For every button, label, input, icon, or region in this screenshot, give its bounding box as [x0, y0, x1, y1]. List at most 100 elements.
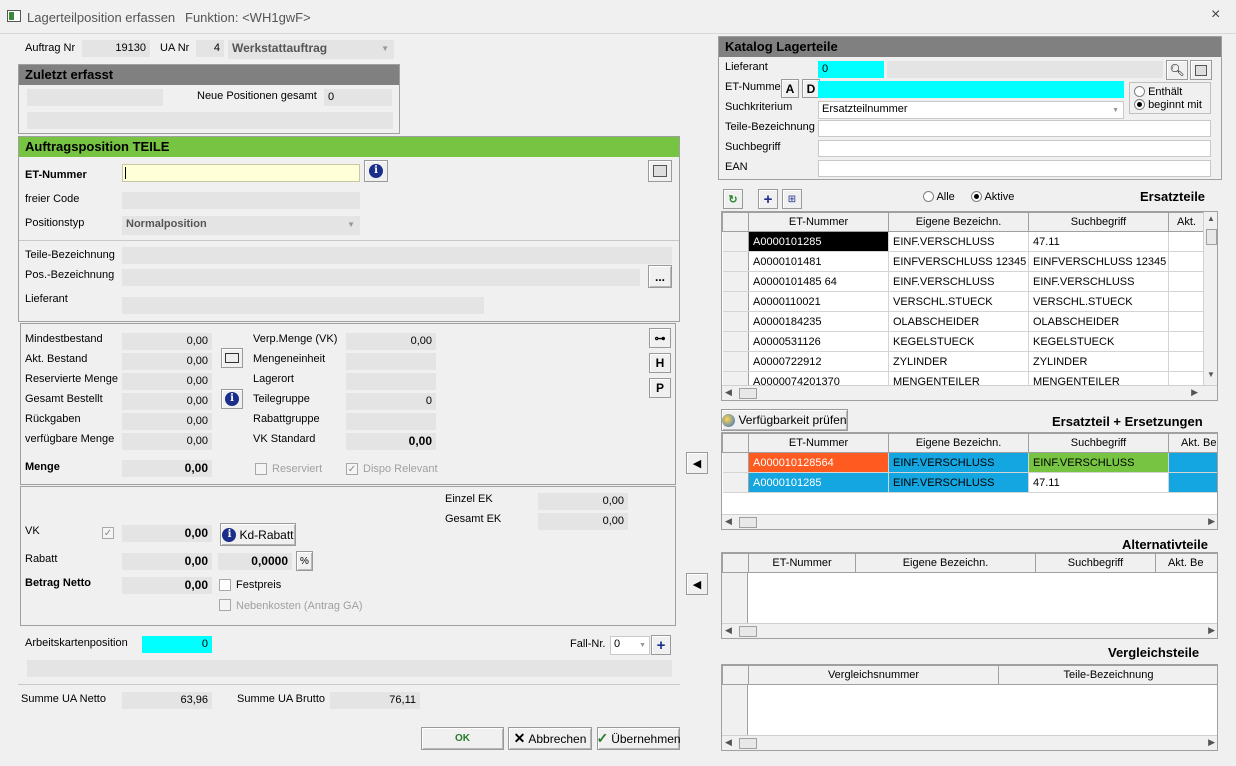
- scroll-thumb[interactable]: [739, 517, 757, 528]
- katalog-calc-button[interactable]: [1190, 60, 1212, 80]
- et-nummer-input[interactable]: [122, 164, 360, 182]
- column-header[interactable]: Akt.: [1168, 212, 1205, 232]
- table-row[interactable]: A0000101485 64 EINF.VERSCHLUSS EINF.VERSCH…: [722, 271, 1205, 292]
- table-row[interactable]: A0000531126 KEGELSTUECK KEGELSTUECK: [722, 331, 1205, 352]
- positionstyp-select[interactable]: Normalposition ▼: [122, 216, 360, 235]
- column-header[interactable]: Vergleichsnummer: [748, 665, 999, 685]
- column-header[interactable]: Suchbegriff: [1035, 553, 1156, 573]
- arbeitskarten-value[interactable]: 0: [142, 636, 212, 653]
- row-selector[interactable]: [722, 331, 749, 352]
- ok-button[interactable]: OK: [421, 727, 504, 750]
- vk-checkbox[interactable]: ✓: [102, 527, 114, 539]
- row-selector[interactable]: [722, 351, 749, 372]
- table-row[interactable]: A0000722912 ZYLINDER ZYLINDER: [722, 351, 1205, 372]
- table-row[interactable]: A0000101285 EINF.VERSCHLUSS 47.11: [722, 472, 1217, 493]
- column-header[interactable]: Eigene Bezeichn.: [888, 433, 1029, 453]
- vertical-scrollbar[interactable]: ▲ ▼: [1203, 212, 1217, 385]
- katalog-et-input[interactable]: [818, 81, 1124, 98]
- row-selector[interactable]: [722, 311, 749, 332]
- scroll-thumb[interactable]: [739, 626, 757, 637]
- scroll-down-icon[interactable]: ▼: [1207, 370, 1215, 379]
- horizontal-scrollbar[interactable]: ◀ ▶: [722, 514, 1217, 529]
- ersetzungen-grid[interactable]: ET-Nummer Eigene Bezeichn. Suchbegriff A…: [721, 432, 1218, 530]
- row-selector[interactable]: [722, 271, 749, 292]
- scroll-right-icon[interactable]: ▶: [1208, 625, 1215, 636]
- suchkriterium-select[interactable]: Ersatzteilnummer ▼: [818, 101, 1124, 119]
- column-header[interactable]: Akt. Be: [1155, 553, 1217, 573]
- dispo-checkbox[interactable]: ✓: [346, 463, 358, 475]
- column-header[interactable]: Eigene Bezeichn.: [855, 553, 1036, 573]
- column-header[interactable]: Suchbegriff: [1028, 433, 1169, 453]
- kd-rabatt-button[interactable]: i Kd-Rabatt: [220, 523, 296, 546]
- katalog-lieferant-input[interactable]: 0: [818, 61, 884, 78]
- column-header[interactable]: Teile-Bezeichnung: [998, 665, 1217, 685]
- add-ersatzteil-button[interactable]: +: [758, 189, 778, 209]
- a-button[interactable]: A: [781, 79, 799, 98]
- row-selector[interactable]: [722, 251, 749, 272]
- festpreis-checkbox[interactable]: [219, 579, 231, 591]
- horizontal-scrollbar[interactable]: ◀ ▶: [722, 623, 1217, 638]
- column-header[interactable]: ET-Nummer: [748, 433, 889, 453]
- enthaelt-radio[interactable]: Enthält: [1134, 85, 1182, 99]
- refresh-button[interactable]: ↻: [723, 189, 743, 209]
- pos-bezeichnung-more-button[interactable]: ...: [648, 265, 672, 288]
- nebenkosten-checkbox[interactable]: [219, 599, 231, 611]
- keyboard-button[interactable]: [221, 348, 243, 368]
- row-selector[interactable]: [722, 231, 749, 252]
- row-selector[interactable]: [722, 291, 749, 312]
- aktive-radio[interactable]: Aktive: [971, 190, 1014, 204]
- alternativ-grid[interactable]: ET-Nummer Eigene Bezeichn. Suchbegriff A…: [721, 552, 1218, 639]
- table-row[interactable]: A0000101481 EINFVERSCHLUSS 12345 EINFVERSC…: [722, 251, 1205, 272]
- scroll-left-icon[interactable]: ◀: [725, 625, 732, 636]
- h-button[interactable]: H: [649, 353, 671, 373]
- table-row[interactable]: A0000110021 VERSCHL.STUECK VERSCHL.STUECK: [722, 291, 1205, 312]
- scroll-left-icon[interactable]: ◀: [725, 516, 732, 527]
- scroll-thumb[interactable]: [739, 388, 757, 399]
- fall-nr-select[interactable]: 0 ▼: [610, 636, 650, 655]
- abbrechen-button[interactable]: ✕ Abbrechen: [508, 727, 592, 750]
- transfer-left-button-2[interactable]: ◀: [686, 573, 708, 595]
- horizontal-scrollbar[interactable]: ◀ ▶: [722, 735, 1217, 750]
- scroll-thumb[interactable]: [1206, 229, 1217, 245]
- column-header[interactable]: Eigene Bezeichn.: [888, 212, 1029, 232]
- scroll-right-icon[interactable]: ▶: [1191, 387, 1198, 398]
- uebernehmen-button[interactable]: ✓ Übernehmen: [596, 727, 681, 750]
- scroll-left-icon[interactable]: ◀: [725, 737, 732, 748]
- column-header[interactable]: ET-Nummer: [748, 212, 889, 232]
- key-button[interactable]: ⊶: [649, 328, 671, 348]
- vergleich-grid[interactable]: Vergleichsnummer Teile-Bezeichnung ◀ ▶: [721, 664, 1218, 751]
- et-info-button[interactable]: i: [364, 160, 388, 182]
- add-fall-button[interactable]: +: [651, 635, 671, 655]
- scroll-up-icon[interactable]: ▲: [1207, 214, 1215, 223]
- column-header[interactable]: Suchbegriff: [1028, 212, 1169, 232]
- katalog-suchbegriff-input[interactable]: [818, 140, 1211, 157]
- ua-type-select[interactable]: Werkstattauftrag ▼: [228, 40, 394, 59]
- calculator-button[interactable]: [648, 160, 672, 182]
- table-row[interactable]: A0000101285 EINF.VERSCHLUSS 47.11: [722, 231, 1205, 252]
- tree-button[interactable]: ⊞: [782, 189, 802, 209]
- horizontal-scrollbar[interactable]: ◀ ▶: [722, 385, 1217, 400]
- katalog-ean-input[interactable]: [818, 160, 1211, 177]
- beginnt-radio[interactable]: beginnt mit: [1134, 98, 1202, 112]
- scroll-left-icon[interactable]: ◀: [725, 387, 732, 398]
- search-button[interactable]: 🔍︎: [1166, 60, 1188, 80]
- katalog-teile-bez-input[interactable]: [818, 120, 1211, 137]
- bestand-info-button[interactable]: i: [221, 389, 243, 409]
- transfer-left-button-1[interactable]: ◀: [686, 452, 708, 474]
- row-selector[interactable]: [722, 452, 749, 473]
- percent-button[interactable]: %: [296, 551, 313, 571]
- close-icon[interactable]: ×: [1211, 7, 1220, 23]
- verfuegbarkeit-pruefen-button[interactable]: Verfügbarkeit prüfen: [721, 409, 848, 431]
- table-row[interactable]: A0000184235 OLABSCHEIDER OLABSCHEIDER: [722, 311, 1205, 332]
- ersatzteile-grid[interactable]: ET-Nummer Eigene Bezeichn. Suchbegriff A…: [721, 211, 1218, 401]
- reserviert-checkbox[interactable]: [255, 463, 267, 475]
- column-header[interactable]: ET-Nummer: [748, 553, 856, 573]
- column-header[interactable]: Akt. Be: [1168, 433, 1217, 453]
- alle-radio[interactable]: Alle: [923, 190, 955, 204]
- row-selector[interactable]: [722, 472, 749, 493]
- scroll-right-icon[interactable]: ▶: [1208, 737, 1215, 748]
- table-row[interactable]: A000010128564 EINF.VERSCHLUSS EINF.VERSCHL…: [722, 452, 1217, 473]
- scroll-thumb[interactable]: [739, 738, 757, 749]
- scroll-right-icon[interactable]: ▶: [1208, 516, 1215, 527]
- p-button[interactable]: P: [649, 378, 671, 398]
